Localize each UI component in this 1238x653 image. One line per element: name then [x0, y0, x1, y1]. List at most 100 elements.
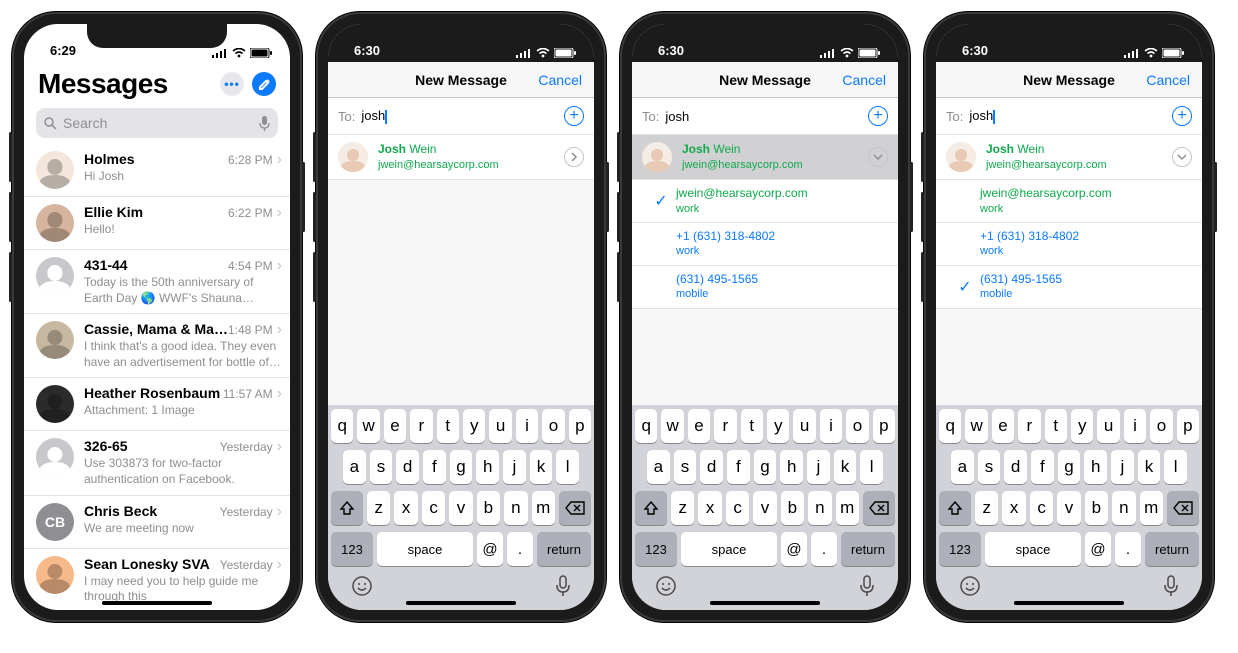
- key-j[interactable]: j: [503, 450, 526, 484]
- key-l[interactable]: l: [860, 450, 883, 484]
- key-v[interactable]: v: [753, 491, 776, 525]
- key-w[interactable]: w: [357, 409, 379, 443]
- conversation-row[interactable]: 326-65 Yesterday › Use 303873 for two-fa…: [24, 431, 290, 495]
- more-button[interactable]: •••: [220, 72, 244, 96]
- key-w[interactable]: w: [661, 409, 683, 443]
- key-v[interactable]: v: [1057, 491, 1080, 525]
- key-shift[interactable]: [331, 491, 363, 525]
- key-space[interactable]: space: [681, 532, 777, 566]
- key-p[interactable]: p: [569, 409, 591, 443]
- key-s[interactable]: s: [978, 450, 1001, 484]
- conversation-row[interactable]: Cassie, Mama & Marissa 1:48 PM › I think…: [24, 314, 290, 378]
- key-f[interactable]: f: [727, 450, 750, 484]
- key-shift[interactable]: [939, 491, 971, 525]
- conversation-row[interactable]: CB Chris Beck Yesterday › We are meeting…: [24, 496, 290, 549]
- key-p[interactable]: p: [1177, 409, 1199, 443]
- collapse-button[interactable]: [868, 147, 888, 167]
- key-e[interactable]: e: [688, 409, 710, 443]
- key-numbers[interactable]: 123: [331, 532, 373, 566]
- key-z[interactable]: z: [975, 491, 998, 525]
- contact-result[interactable]: Josh Wein jwein@hearsaycorp.com: [632, 135, 898, 180]
- key-s[interactable]: s: [674, 450, 697, 484]
- cancel-button[interactable]: Cancel: [538, 72, 582, 88]
- key-r[interactable]: r: [714, 409, 736, 443]
- key-h[interactable]: h: [476, 450, 499, 484]
- conversation-row[interactable]: Heather Rosenbaum 11:57 AM › Attachment:…: [24, 378, 290, 431]
- key-g[interactable]: g: [1058, 450, 1081, 484]
- key-space[interactable]: space: [985, 532, 1081, 566]
- key-m[interactable]: m: [1140, 491, 1163, 525]
- add-contact-button[interactable]: +: [564, 106, 584, 126]
- expand-button[interactable]: [564, 147, 584, 167]
- key-t[interactable]: t: [1045, 409, 1067, 443]
- key-u[interactable]: u: [489, 409, 511, 443]
- key-v[interactable]: v: [449, 491, 472, 525]
- key-at[interactable]: @: [1085, 532, 1111, 566]
- key-y[interactable]: y: [1071, 409, 1093, 443]
- key-w[interactable]: w: [965, 409, 987, 443]
- key-at[interactable]: @: [477, 532, 503, 566]
- key-k[interactable]: k: [834, 450, 857, 484]
- emoji-button[interactable]: [655, 575, 677, 602]
- contact-option[interactable]: (631) 495-1565 mobile: [632, 266, 898, 309]
- key-c[interactable]: c: [1030, 491, 1053, 525]
- add-contact-button[interactable]: +: [868, 106, 888, 126]
- key-t[interactable]: t: [437, 409, 459, 443]
- key-j[interactable]: j: [807, 450, 830, 484]
- key-h[interactable]: h: [780, 450, 803, 484]
- key-i[interactable]: i: [820, 409, 842, 443]
- key-f[interactable]: f: [1031, 450, 1054, 484]
- key-a[interactable]: a: [647, 450, 670, 484]
- key-x[interactable]: x: [1002, 491, 1025, 525]
- key-l[interactable]: l: [556, 450, 579, 484]
- key-k[interactable]: k: [530, 450, 553, 484]
- key-y[interactable]: y: [767, 409, 789, 443]
- key-b[interactable]: b: [1085, 491, 1108, 525]
- key-i[interactable]: i: [516, 409, 538, 443]
- key-o[interactable]: o: [846, 409, 868, 443]
- key-m[interactable]: m: [532, 491, 555, 525]
- key-a[interactable]: a: [951, 450, 974, 484]
- key-shift[interactable]: [635, 491, 667, 525]
- collapse-button[interactable]: [1172, 147, 1192, 167]
- compose-button[interactable]: [252, 72, 276, 96]
- key-dot[interactable]: .: [507, 532, 533, 566]
- home-indicator[interactable]: [710, 601, 820, 605]
- key-return[interactable]: return: [1145, 532, 1199, 566]
- key-n[interactable]: n: [504, 491, 527, 525]
- key-backspace[interactable]: [559, 491, 591, 525]
- key-f[interactable]: f: [423, 450, 446, 484]
- key-i[interactable]: i: [1124, 409, 1146, 443]
- home-indicator[interactable]: [1014, 601, 1124, 605]
- contact-result[interactable]: Josh Wein jwein@hearsaycorp.com: [328, 135, 594, 180]
- key-dot[interactable]: .: [1115, 532, 1141, 566]
- dictate-button[interactable]: [1163, 575, 1179, 602]
- contact-option[interactable]: ✓ jwein@hearsaycorp.com work: [632, 180, 898, 223]
- key-s[interactable]: s: [370, 450, 393, 484]
- keyboard[interactable]: qwertyuiop asdfghjkl zxcvbnm 123 space @…: [936, 405, 1202, 610]
- to-field[interactable]: To: josh +: [936, 98, 1202, 135]
- key-h[interactable]: h: [1084, 450, 1107, 484]
- home-indicator[interactable]: [406, 601, 516, 605]
- key-c[interactable]: c: [422, 491, 445, 525]
- home-indicator[interactable]: [102, 601, 212, 605]
- key-t[interactable]: t: [741, 409, 763, 443]
- dictate-button[interactable]: [859, 575, 875, 602]
- key-c[interactable]: c: [726, 491, 749, 525]
- key-numbers[interactable]: 123: [939, 532, 981, 566]
- key-e[interactable]: e: [992, 409, 1014, 443]
- key-m[interactable]: m: [836, 491, 859, 525]
- emoji-button[interactable]: [959, 575, 981, 602]
- dictate-button[interactable]: [555, 575, 571, 602]
- key-p[interactable]: p: [873, 409, 895, 443]
- key-r[interactable]: r: [410, 409, 432, 443]
- key-a[interactable]: a: [343, 450, 366, 484]
- contact-option[interactable]: jwein@hearsaycorp.com work: [936, 180, 1202, 223]
- key-l[interactable]: l: [1164, 450, 1187, 484]
- key-g[interactable]: g: [754, 450, 777, 484]
- contact-option[interactable]: +1 (631) 318-4802 work: [632, 223, 898, 266]
- key-return[interactable]: return: [841, 532, 895, 566]
- key-at[interactable]: @: [781, 532, 807, 566]
- key-x[interactable]: x: [698, 491, 721, 525]
- to-field[interactable]: To: josh +: [632, 98, 898, 135]
